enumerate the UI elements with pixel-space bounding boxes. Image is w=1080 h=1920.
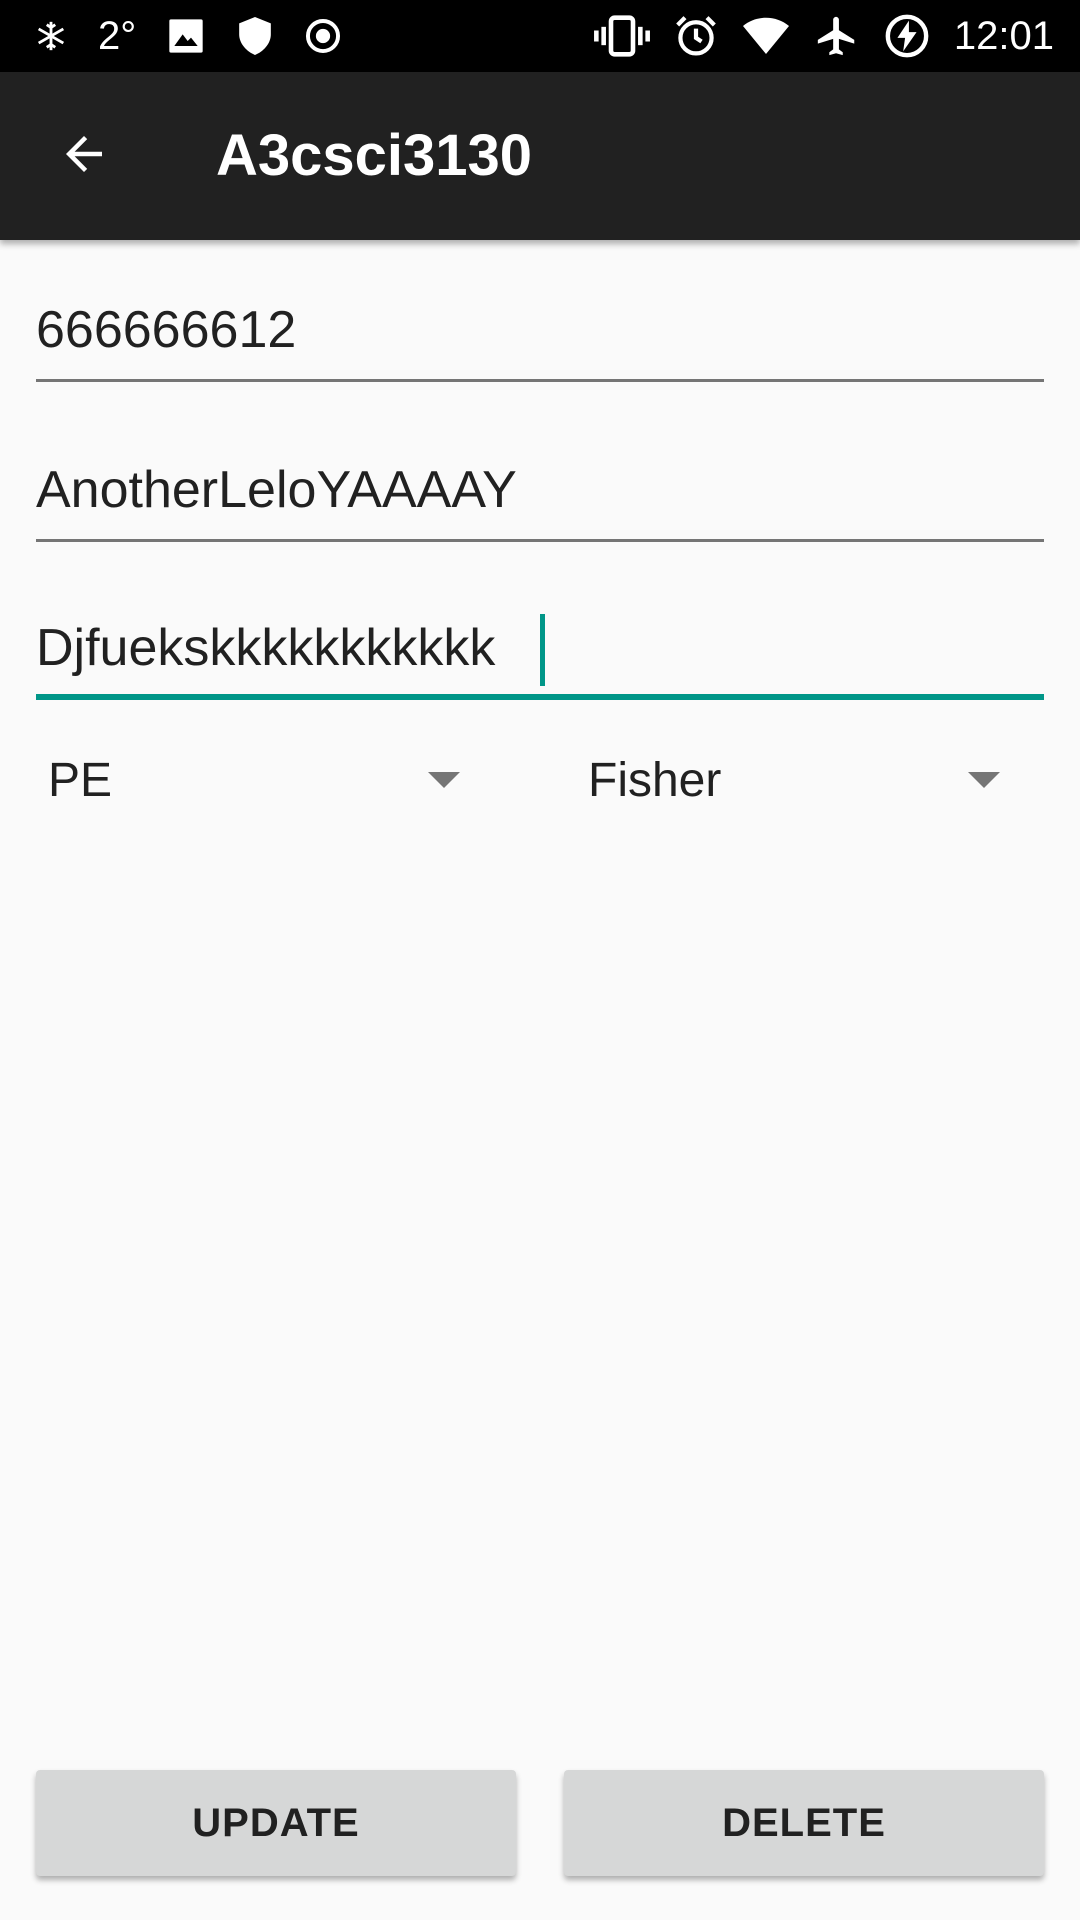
back-button[interactable] [40,116,128,196]
business-spinner[interactable]: Fisher [588,730,1008,830]
shield-icon [236,15,274,57]
name-input[interactable] [36,442,1044,538]
status-bar-right: 12:01 [593,0,1054,72]
clock-text: 12:01 [953,13,1054,58]
address-field-underline [36,694,1044,700]
dropdown-arrow-icon [428,772,460,788]
name-field[interactable] [36,442,1044,542]
number-field-underline [36,379,1044,382]
wifi-icon [742,16,790,56]
dropdown-arrow-icon [968,772,1000,788]
image-icon [166,16,206,56]
app-title: A3csci3130 [216,123,533,188]
name-field-underline [36,539,1044,542]
province-spinner[interactable]: PE [48,730,468,830]
alarm-icon [674,14,718,58]
app-bar: A3csci3130 [0,72,1080,240]
address-field[interactable] [36,600,1044,700]
number-input[interactable] [36,282,1044,378]
status-bar-left: 2° [34,0,342,72]
text-caret [540,614,545,686]
update-button[interactable]: UPDATE [36,1770,516,1876]
airplane-icon [814,13,860,59]
snowflake-icon [34,19,68,53]
battery-charging-icon [884,13,930,59]
vibrate-icon [593,14,650,58]
temperature-text: 2° [98,13,137,58]
delete-button[interactable]: DELETE [564,1770,1044,1876]
arrow-back-icon [57,127,111,186]
record-icon [304,17,342,55]
status-bar: 2° 12:01 [0,0,1080,72]
business-spinner-value: Fisher [588,753,722,807]
province-spinner-value: PE [48,753,113,807]
number-field[interactable] [36,282,1044,382]
